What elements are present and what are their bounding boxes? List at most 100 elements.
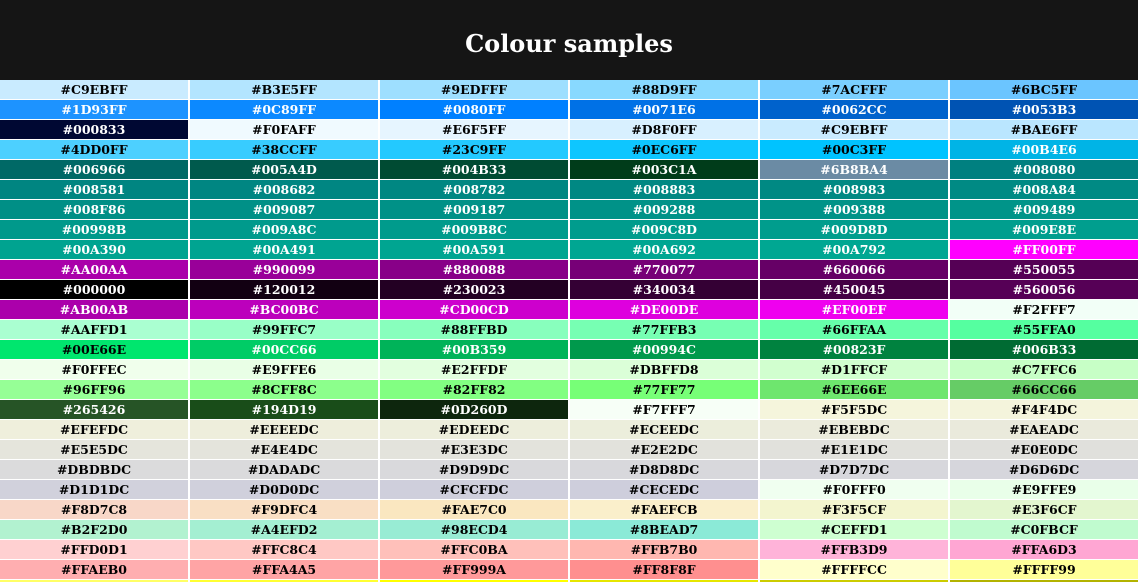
- color-swatch: #770077: [570, 260, 758, 279]
- color-swatch: #660066: [760, 260, 948, 279]
- color-swatch: #E1E1DC: [760, 440, 948, 459]
- color-swatch: #E6F5FF: [380, 120, 568, 139]
- color-swatch: #FF999A: [380, 560, 568, 579]
- color-swatch: #E2FFDF: [380, 360, 568, 379]
- color-swatch: #006966: [0, 160, 188, 179]
- color-swatch: #E5E5DC: [0, 440, 188, 459]
- color-swatch: #6EE66E: [760, 380, 948, 399]
- color-swatch: #00B4E6: [950, 140, 1138, 159]
- page-header: Colour samples: [0, 0, 1138, 80]
- color-swatch: #00A792: [760, 240, 948, 259]
- color-swatch: #00994C: [570, 340, 758, 359]
- color-swatch: #CEFFD1: [760, 520, 948, 539]
- color-swatch: #FAEFCB: [570, 500, 758, 519]
- color-swatch: #C9EBFF: [0, 80, 188, 99]
- color-swatch: #AA00AA: [0, 260, 188, 279]
- color-swatch: #008080: [950, 160, 1138, 179]
- color-swatch: #00998B: [0, 220, 188, 239]
- color-swatch: #88FFBD: [380, 320, 568, 339]
- color-swatch: #009087: [190, 200, 378, 219]
- color-swatch: #ECEEDC: [570, 420, 758, 439]
- color-swatch: #265426: [0, 400, 188, 419]
- color-swatch: #E3E3DC: [380, 440, 568, 459]
- color-swatch: #880088: [380, 260, 568, 279]
- color-swatch: #FF8F8F: [570, 560, 758, 579]
- color-swatch: #6B8BA4: [760, 160, 948, 179]
- color-swatch: #FF00FF: [950, 240, 1138, 259]
- color-swatch: #D8F0FF: [570, 120, 758, 139]
- color-swatch: #DADADC: [190, 460, 378, 479]
- color-swatch: #BC00BC: [190, 300, 378, 319]
- color-swatch: #E9FFE6: [190, 360, 378, 379]
- color-swatch: #FFC0BA: [380, 540, 568, 559]
- color-swatch: #F3F5CF: [760, 500, 948, 519]
- color-swatch: #CD00CD: [380, 300, 568, 319]
- color-swatch: #FFB7B0: [570, 540, 758, 559]
- color-swatch: #AB00AB: [0, 300, 188, 319]
- color-swatch: #98ECD4: [380, 520, 568, 539]
- color-swatch: #560056: [950, 280, 1138, 299]
- color-swatch: #66FFAA: [760, 320, 948, 339]
- color-swatch: #340034: [570, 280, 758, 299]
- color-swatch: #E0E0DC: [950, 440, 1138, 459]
- color-swatch: #8CFF8C: [190, 380, 378, 399]
- color-swatch: #7ACFFF: [760, 80, 948, 99]
- color-swatch: #B2F2D0: [0, 520, 188, 539]
- color-swatch: #D1FFCF: [760, 360, 948, 379]
- color-swatch: #00E66E: [0, 340, 188, 359]
- color-swatch: #008F86: [0, 200, 188, 219]
- color-swatch: #EDEEDC: [380, 420, 568, 439]
- color-swatch: #F8D7C8: [0, 500, 188, 519]
- color-swatch: #DBDBDC: [0, 460, 188, 479]
- color-swatch: #008782: [380, 180, 568, 199]
- color-swatch: #CFCFDC: [380, 480, 568, 499]
- color-swatch: #23C9FF: [380, 140, 568, 159]
- color-swatch: #9EDFFF: [380, 80, 568, 99]
- color-swatch: #77FF77: [570, 380, 758, 399]
- color-swatch: #FFD0D1: [0, 540, 188, 559]
- color-swatch: #009288: [570, 200, 758, 219]
- color-swatch: #450045: [760, 280, 948, 299]
- color-swatch: #00A591: [380, 240, 568, 259]
- color-swatch: #009489: [950, 200, 1138, 219]
- color-swatch: #0053B3: [950, 100, 1138, 119]
- color-swatch: #0071E6: [570, 100, 758, 119]
- color-swatch: #D6D6DC: [950, 460, 1138, 479]
- color-swatch: #F4F4DC: [950, 400, 1138, 419]
- color-swatch: #B3E5FF: [190, 80, 378, 99]
- color-swatch: #990099: [190, 260, 378, 279]
- color-swatch: #00823F: [760, 340, 948, 359]
- color-swatch: #E2E2DC: [570, 440, 758, 459]
- color-swatch: #6BC5FF: [950, 80, 1138, 99]
- color-swatch: #EAEADC: [950, 420, 1138, 439]
- color-swatch: #C7FFC6: [950, 360, 1138, 379]
- color-swatch: #96FF96: [0, 380, 188, 399]
- color-swatch: #FFAEB0: [0, 560, 188, 579]
- color-swatch: #230023: [380, 280, 568, 299]
- color-swatch: #FFA4A5: [190, 560, 378, 579]
- color-swatch: #005A4D: [190, 160, 378, 179]
- color-swatch: #E9FFE9: [950, 480, 1138, 499]
- color-swatch: #0EC6FF: [570, 140, 758, 159]
- color-swatch: #000000: [0, 280, 188, 299]
- color-swatch: #AAFFD1: [0, 320, 188, 339]
- color-swatch: #E4E4DC: [190, 440, 378, 459]
- color-swatch: #82FF82: [380, 380, 568, 399]
- color-swatch: #88D9FF: [570, 80, 758, 99]
- color-swatch: #000833: [0, 120, 188, 139]
- color-swatch: #FAE7C0: [380, 500, 568, 519]
- color-swatch: #DBFFD8: [570, 360, 758, 379]
- color-swatch: #0062CC: [760, 100, 948, 119]
- color-swatch: #D1D1DC: [0, 480, 188, 499]
- color-swatch: #C0FBCF: [950, 520, 1138, 539]
- color-swatch: #BAE6FF: [950, 120, 1138, 139]
- color-swatch: #D0D0DC: [190, 480, 378, 499]
- color-swatch: #E3F6CF: [950, 500, 1138, 519]
- color-swatch: #F0FFEC: [0, 360, 188, 379]
- color-swatch: #003C1A: [570, 160, 758, 179]
- color-swatch: #009388: [760, 200, 948, 219]
- color-swatch: #99FFC7: [190, 320, 378, 339]
- color-swatch: #009A8C: [190, 220, 378, 239]
- color-swatch: #55FFA0: [950, 320, 1138, 339]
- color-swatch: #00CC66: [190, 340, 378, 359]
